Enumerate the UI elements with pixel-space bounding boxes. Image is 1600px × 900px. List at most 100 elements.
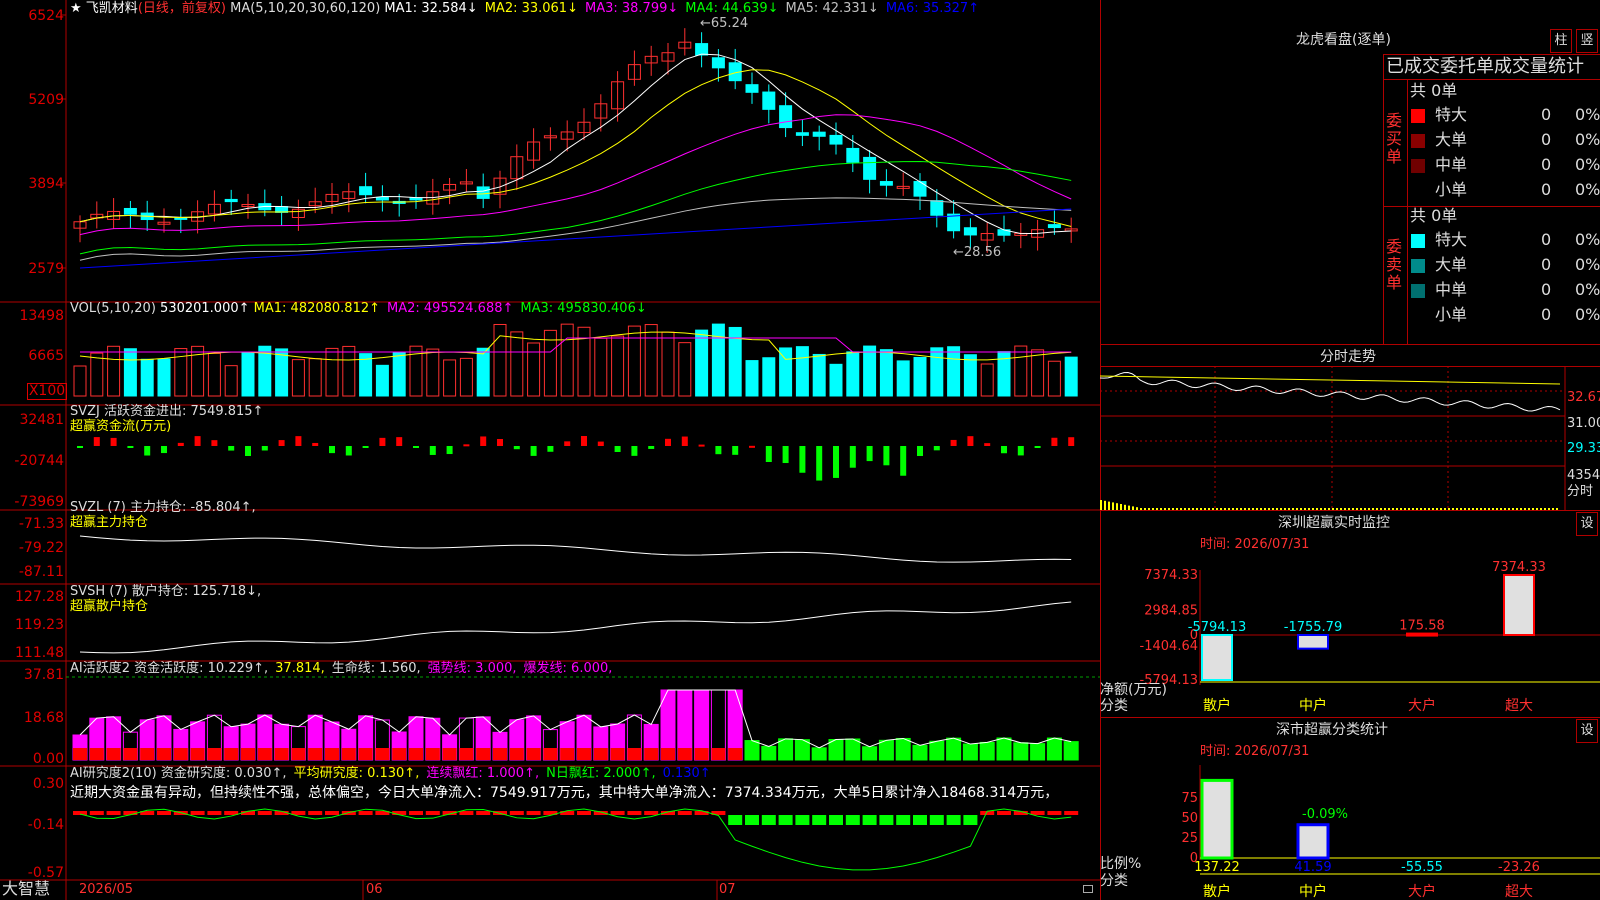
intraday-title: 分时走势: [1320, 349, 1376, 365]
volume-bar: [275, 348, 289, 397]
fund-flow-bar: [110, 437, 117, 446]
price-axis-label-1: 5209: [28, 92, 64, 108]
ai-active-base: [241, 748, 255, 760]
intraday-axis-label-0: 32.67: [1567, 390, 1600, 405]
ai-active-base: [913, 748, 927, 760]
fund-flow-bar: [497, 439, 503, 446]
ai-research-bar: [677, 811, 692, 815]
classify-ylabel: 比例%: [1100, 856, 1142, 872]
volume-bar: [627, 325, 641, 397]
candle-body: [913, 181, 927, 197]
volume-bar: [73, 365, 87, 397]
buy-total: 共 0单: [1410, 81, 1458, 100]
candle-body: [779, 105, 793, 129]
ai-active-base: [812, 748, 827, 760]
svsh-header: SVSH (7) 散户持仓: 125.718↓, 超赢散户持仓: [70, 584, 261, 614]
candle-body: [863, 156, 877, 180]
stock-name[interactable]: 飞凯材料: [86, 1, 138, 16]
monitor-title: 深圳超赢实时监控: [1278, 515, 1390, 531]
volume-bar: [392, 352, 406, 397]
ai-research-bar: [157, 811, 171, 815]
vertical-button[interactable]: 竖: [1576, 29, 1598, 53]
sell-row-name-1: 大单: [1435, 255, 1468, 274]
high-price-annotation: ←65.24: [700, 16, 748, 31]
ai-research-bar: [913, 815, 927, 825]
ai-research-bar: [459, 811, 474, 815]
fund-flow-bar: [1017, 446, 1024, 456]
vol-title: VOL(5,10,20): [70, 301, 156, 316]
ma4-line: [79, 160, 1072, 255]
ai-active-base: [694, 748, 709, 760]
classify-settings-button[interactable]: 设: [1576, 719, 1598, 743]
buy-row-pct-3: 0%: [1575, 180, 1600, 199]
fund-flow-bar: [631, 446, 638, 456]
ai-active-base: [476, 748, 491, 760]
intraday-axis-label-4: 分时: [1567, 484, 1594, 499]
period-label[interactable]: (日线，前复权): [138, 1, 226, 16]
svsh-sub: 超赢散户持仓: [70, 599, 149, 614]
buy-row-pct-1: 0%: [1575, 130, 1600, 149]
price-axis-label-2: 3894: [28, 176, 64, 192]
monitor-axis-label-0: 7374.33: [1144, 568, 1198, 583]
ai-research-part-3: N日飘红: 2.000↑,: [546, 766, 656, 781]
main-chart-area[interactable]: ←65.24 ←28.56: [0, 0, 1100, 900]
monitor-axis-label-1: 2984.85: [1144, 604, 1198, 619]
monitor-settings-button[interactable]: 设: [1576, 512, 1598, 536]
sell-row-count-1: 0: [1541, 255, 1552, 274]
monitor-ylabel: 净额(万元): [1100, 682, 1167, 698]
dragon-subtitle: 已成交委托单成交量统计: [1386, 56, 1584, 77]
classify-category-3: 超大: [1505, 884, 1533, 900]
monitor-ylabel2: 分类: [1100, 698, 1128, 714]
fund-flow-bar: [396, 437, 403, 446]
ai-research-bar: [879, 815, 894, 825]
ai-active-base: [157, 748, 171, 760]
ai-research-bar: [509, 811, 524, 815]
ai-research-bar: [845, 815, 860, 825]
fund-flow-bar: [900, 446, 907, 476]
favorite-star-icon[interactable]: ★: [70, 1, 82, 16]
ai-research-bar: [409, 811, 423, 815]
ma6-line: [79, 208, 1072, 269]
volume-bar: [207, 352, 221, 397]
sell-side-label: 委卖单: [1386, 238, 1406, 292]
volume-bar: [359, 353, 373, 397]
fund-flow-bar: [362, 446, 369, 448]
svzl-header: SVZL (7) 主力持仓: -85.804↑, 超赢主力持仓: [70, 500, 256, 530]
svzl-axis-label-1: -79.22: [18, 540, 64, 556]
fund-flow-bar: [194, 436, 201, 446]
ai-active-base: [224, 748, 239, 760]
pillar-button[interactable]: 柱: [1550, 29, 1572, 53]
ai-active-part-0: AI活跃度2 资金活跃度: 10.229↑,: [70, 661, 269, 676]
svzj-sub: 超赢资金流(万元): [70, 419, 172, 434]
svzj-axis-label-1: -20744: [14, 453, 64, 469]
buy-row-name-2: 中单: [1435, 155, 1468, 174]
ai-active-base: [493, 748, 507, 760]
vol-axis-label-0: 13498: [19, 308, 64, 324]
ai-research-bar: [1047, 811, 1062, 815]
volume-bar: [375, 364, 389, 397]
intraday-chart[interactable]: [1100, 366, 1600, 510]
ai-research-axis-label-0: 0.30: [32, 776, 64, 792]
intraday-axis-label-3: 43549: [1567, 468, 1600, 483]
volume-bar: [963, 354, 977, 397]
sell-row-pct-3: 0%: [1575, 305, 1600, 324]
classify-mid-label: -0.09%: [1302, 807, 1348, 822]
ai-research-bar: [89, 811, 104, 815]
buy-row-swatch-2: [1411, 159, 1425, 173]
monitor-category-3: 超大: [1505, 698, 1533, 714]
fund-flow-bar: [866, 446, 873, 462]
ma-value-6: MA6: 35.327↑: [885, 1, 980, 16]
volume-bar: [947, 346, 961, 397]
lock-icon[interactable]: [1083, 885, 1093, 893]
candle-body: [745, 84, 759, 93]
ma5-line: [79, 197, 1072, 261]
volume-bar: [762, 357, 776, 397]
ai-active-header: AI活跃度2 资金活跃度: 10.229↑, 37.814, 生命线: 1.560,…: [70, 661, 619, 676]
volume-bar: [224, 365, 238, 397]
ai-active-axis-label-0: 37.81: [23, 667, 64, 683]
kline-svg[interactable]: ←65.24 ←28.56: [0, 0, 1100, 900]
ai-active-base: [1064, 748, 1079, 760]
ai-research-part-4: 0.130↑: [662, 766, 711, 781]
vol-ma-values: MA1: 482080.812↑ MA2: 495524.688↑ MA3: 495…: [254, 301, 654, 316]
vol-header: VOL(5,10,20) 530201.000↑ MA1: 482080.812…: [70, 301, 654, 316]
